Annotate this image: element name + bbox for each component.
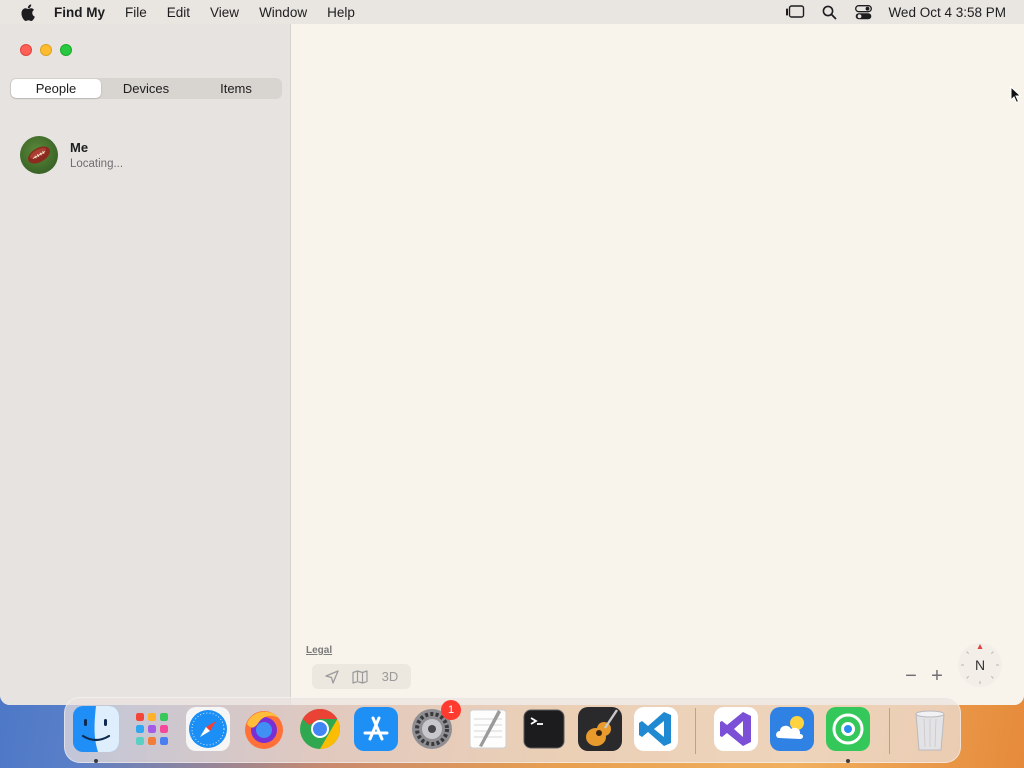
- menu-bar: Find My File Edit View Window Help Wed O…: [0, 0, 1024, 24]
- launchpad-icon[interactable]: [129, 706, 175, 752]
- map-icon[interactable]: [352, 669, 368, 684]
- list-item-person[interactable]: Me Locating...: [20, 134, 280, 176]
- find-my-window: People Devices Items Me Locating... Lega…: [0, 24, 1024, 705]
- tab-devices[interactable]: Devices: [101, 79, 191, 98]
- find-my-icon[interactable]: [825, 706, 871, 752]
- menu-app-name[interactable]: Find My: [54, 5, 115, 20]
- compass[interactable]: N: [958, 643, 1002, 687]
- textedit-icon[interactable]: [465, 706, 511, 752]
- person-status: Locating...: [70, 158, 124, 170]
- dock-separator: [889, 708, 890, 754]
- finder-icon[interactable]: [73, 706, 119, 752]
- spotlight-search-icon[interactable]: [812, 0, 846, 24]
- person-name: Me: [70, 140, 89, 155]
- app-store-icon[interactable]: [353, 706, 399, 752]
- minimize-button[interactable]: [40, 44, 52, 56]
- zoom-in-button[interactable]: +: [926, 665, 948, 688]
- location-arrow-icon[interactable]: [325, 669, 339, 684]
- compass-north-label: N: [974, 657, 986, 673]
- tab-people[interactable]: People: [11, 79, 101, 98]
- menu-clock[interactable]: Wed Oct 4 3:58 PM: [888, 5, 1006, 20]
- vscode-icon[interactable]: [633, 706, 679, 752]
- dock-separator: [695, 708, 696, 754]
- finder-running-indicator: [94, 759, 98, 763]
- stage-manager-icon[interactable]: [778, 0, 812, 24]
- map-controls: 3D: [312, 664, 411, 689]
- football-icon: [28, 146, 50, 164]
- system-settings-icon[interactable]: 1: [409, 700, 461, 752]
- dock: 1: [64, 697, 961, 763]
- trash-icon[interactable]: [907, 706, 953, 752]
- map-view[interactable]: Legal 3D − + N: [291, 24, 1024, 705]
- weather-icon[interactable]: [769, 706, 815, 752]
- notification-badge: 1: [441, 700, 461, 720]
- terminal-icon[interactable]: [521, 706, 567, 752]
- menu-edit[interactable]: Edit: [157, 5, 200, 20]
- firefox-icon[interactable]: [241, 706, 287, 752]
- apple-menu[interactable]: [0, 3, 54, 21]
- safari-icon[interactable]: [185, 706, 231, 752]
- view-3d-button[interactable]: 3D: [382, 669, 399, 684]
- garageband-icon[interactable]: [577, 706, 623, 752]
- chrome-icon[interactable]: [297, 706, 343, 752]
- sidebar-tabs: People Devices Items: [10, 78, 282, 99]
- mouse-cursor-icon: [1010, 85, 1022, 109]
- menu-help[interactable]: Help: [317, 5, 365, 20]
- visual-studio-icon[interactable]: [713, 706, 759, 752]
- avatar: [20, 136, 58, 174]
- person-text: Me Locating...: [70, 140, 123, 170]
- menu-view[interactable]: View: [200, 5, 249, 20]
- legal-link[interactable]: Legal: [306, 645, 332, 656]
- zoom-controls: − +: [900, 665, 948, 687]
- zoom-button[interactable]: [60, 44, 72, 56]
- menu-file[interactable]: File: [115, 5, 157, 20]
- close-button[interactable]: [20, 44, 32, 56]
- control-center-icon[interactable]: [846, 0, 880, 24]
- menu-window[interactable]: Window: [249, 5, 317, 20]
- tab-items[interactable]: Items: [191, 79, 281, 98]
- find-my-running-indicator: [846, 759, 850, 763]
- sidebar: People Devices Items Me Locating...: [0, 24, 291, 705]
- apple-icon: [20, 3, 35, 21]
- zoom-out-button[interactable]: −: [900, 665, 922, 688]
- window-controls: [20, 44, 72, 56]
